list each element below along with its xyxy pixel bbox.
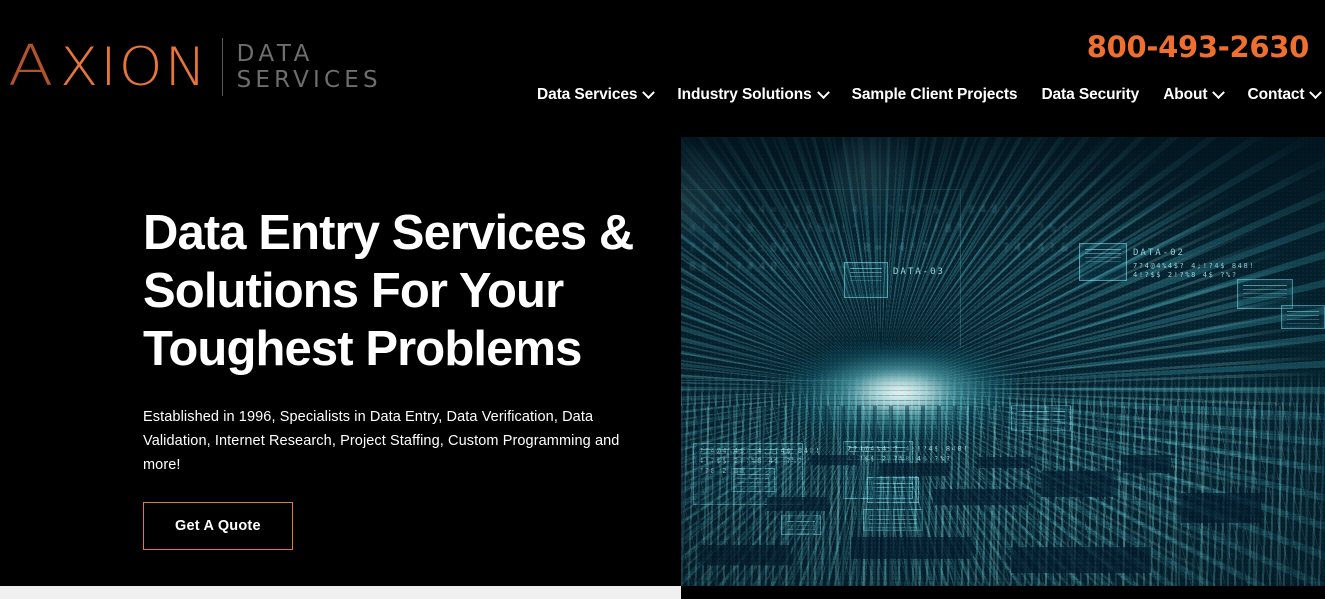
nav-item-contact[interactable]: Contact (1247, 85, 1323, 104)
hero-headline: Data Entry Services & Solutions For Your… (143, 206, 634, 376)
nav-label: About (1163, 86, 1208, 103)
page-root: A XION DATA SERVICES 800-493-2630 Data Se… (0, 0, 1325, 599)
logo-divider (221, 38, 223, 96)
nav-label: Contact (1247, 86, 1305, 103)
hero-subtitle: Established in 1996, Specialists in Data… (143, 409, 620, 473)
chevron-down-icon (642, 85, 656, 99)
nav-item-industry-solutions[interactable]: Industry Solutions (677, 85, 830, 104)
nav-item-sample-client-projects[interactable]: Sample Client Projects (852, 86, 1018, 104)
main-navigation: Data Services Industry Solutions Sample … (537, 80, 1323, 110)
chevron-down-icon (1212, 85, 1226, 99)
nav-item-data-security[interactable]: Data Security (1041, 86, 1139, 104)
get-a-quote-button[interactable]: Get A Quote (143, 502, 293, 550)
chevron-down-icon (816, 85, 830, 99)
nav-label: Sample Client Projects (851, 86, 1018, 103)
nav-label: Data Security (1041, 86, 1140, 103)
logo-tagline-line1: DATA (236, 41, 314, 68)
logo-wordmark: A XION (8, 34, 207, 99)
nav-item-data-services[interactable]: Data Services (537, 85, 656, 104)
logo-tagline: DATA SERVICES (237, 40, 382, 94)
hero-text-panel: Data Entry Services & Solutions For Your… (0, 137, 681, 586)
nav-label: Industry Solutions (677, 86, 812, 103)
hero-image: 7?4@4%4=!4$? 4;!?4$?$ 848!? 4!?$$8 2!?%8… (681, 137, 1325, 586)
hero-section: Data Entry Services & Solutions For Your… (0, 137, 1325, 586)
phone-number-link[interactable]: 800-493-2630 (1087, 30, 1310, 64)
chevron-down-icon (1309, 85, 1323, 99)
nav-label: Data Services (537, 86, 638, 103)
site-header: A XION DATA SERVICES 800-493-2630 Data Se… (0, 0, 1325, 137)
logo-word-xion: XION (60, 37, 209, 98)
site-logo[interactable]: A XION DATA SERVICES (8, 35, 382, 99)
hero-copy: Data Entry Services & Solutions For Your… (143, 204, 673, 550)
hero-image-vignette (681, 137, 1325, 586)
logo-letter-a: A (8, 34, 54, 99)
page-bottom-strip (0, 586, 681, 599)
logo-tagline-line2: SERVICES (236, 67, 382, 93)
nav-item-about[interactable]: About (1163, 85, 1226, 104)
